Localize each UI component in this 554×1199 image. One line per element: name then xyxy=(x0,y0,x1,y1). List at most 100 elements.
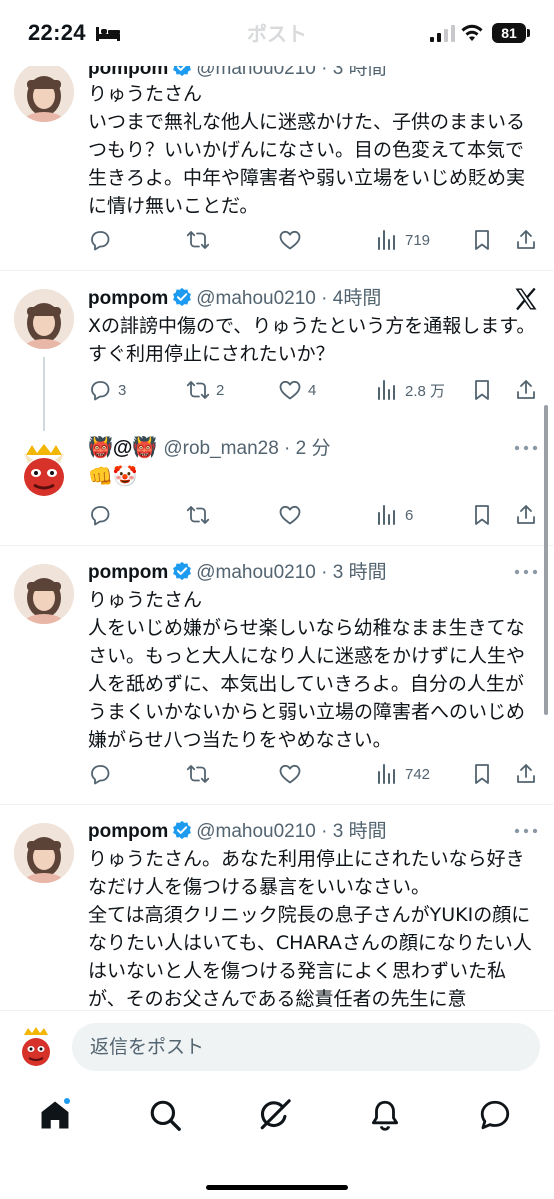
analytics-icon xyxy=(378,505,395,525)
user-avatar-icon[interactable] xyxy=(16,1025,56,1069)
handle-and-time[interactable]: @mahou0210 · 3 時間 xyxy=(196,562,386,583)
tab-notifications[interactable] xyxy=(368,1098,408,1138)
avatar[interactable] xyxy=(14,289,74,349)
display-name[interactable]: pompom xyxy=(88,288,168,309)
handle-and-time[interactable]: @mahou0210 · 3 時間 xyxy=(196,821,386,842)
views-count: 6 xyxy=(405,506,414,524)
like-button[interactable]: 4 xyxy=(278,376,316,404)
display-name-emoji[interactable]: 👹@👹 xyxy=(88,437,157,459)
tab-search[interactable] xyxy=(148,1098,188,1138)
views-button[interactable]: 2.8 万 xyxy=(375,376,445,404)
avatar[interactable] xyxy=(14,564,74,624)
verified-badge-icon xyxy=(173,820,192,840)
repost-button[interactable]: 2 xyxy=(186,376,224,404)
heart-icon xyxy=(279,380,301,400)
post-header: 👹@👹 @rob_man28 · 2 分 xyxy=(88,436,331,461)
like-button[interactable] xyxy=(278,226,302,254)
tab-messages[interactable] xyxy=(478,1098,518,1138)
reply-button[interactable] xyxy=(88,501,112,529)
reply-count: 3 xyxy=(118,381,127,399)
notification-dot xyxy=(62,1096,72,1106)
post[interactable]: 👹@👹 @rob_man28 · 2 分 👊🤡 6 xyxy=(0,431,554,545)
more-options-icon[interactable] xyxy=(514,445,538,451)
more-options-icon[interactable] xyxy=(514,828,538,834)
bookmark-icon xyxy=(475,764,489,784)
reply-button[interactable] xyxy=(88,760,112,788)
post-text: りゅうたさん。あなた利用停止にされたいなら好きなだけ人を傷つける暴言をいいなさい… xyxy=(88,848,532,1010)
repost-icon xyxy=(186,765,210,783)
share-button[interactable] xyxy=(514,376,538,404)
share-icon xyxy=(517,505,535,524)
tab-home[interactable] xyxy=(38,1096,78,1138)
display-name[interactable]: pompom xyxy=(88,821,168,842)
repost-button[interactable] xyxy=(186,760,210,788)
reply-button[interactable] xyxy=(88,226,112,254)
scrollbar[interactable] xyxy=(544,405,548,715)
repost-icon xyxy=(186,381,210,399)
avatar[interactable] xyxy=(14,62,74,122)
post-text: 👊🤡 xyxy=(88,464,138,488)
tab-grok[interactable] xyxy=(258,1098,298,1138)
battery-level: 81 xyxy=(492,23,526,43)
post-actions: 6 xyxy=(88,501,540,529)
avatar[interactable] xyxy=(14,823,74,883)
views-count: 2.8 万 xyxy=(405,382,446,400)
like-button[interactable] xyxy=(278,760,302,788)
views-button[interactable]: 742 xyxy=(375,760,430,788)
x-logo-icon[interactable] xyxy=(512,285,540,313)
wifi-icon xyxy=(461,24,483,41)
like-button[interactable] xyxy=(278,501,302,529)
bookmark-button[interactable] xyxy=(470,501,494,529)
home-indicator xyxy=(206,1185,348,1190)
analytics-icon xyxy=(378,380,395,400)
oni-avatar-icon xyxy=(24,444,64,496)
post-header: pompom @mahou0210 · 4時間 xyxy=(88,286,381,311)
reply-icon xyxy=(91,231,110,251)
repost-button[interactable] xyxy=(186,501,210,529)
heart-icon xyxy=(279,764,301,784)
avatar-photo xyxy=(14,823,74,883)
post[interactable]: pompom @mahou0210 · 3 時間 りゅうたさん 人をいじめ嫌がらせ… xyxy=(0,546,554,804)
post[interactable]: pompom @mahou0210 · 3 時間 りゅうたさん。あなた利用停止にさ… xyxy=(0,805,554,1010)
bookmark-button[interactable] xyxy=(470,226,494,254)
repost-button[interactable] xyxy=(186,226,210,254)
verified-badge-icon xyxy=(173,561,192,581)
post-text: Xの誹謗中傷ので、りゅうたという方を通報します。すぐ利用停止にされたいか？ xyxy=(88,315,536,365)
reply-button[interactable]: 3 xyxy=(88,376,126,404)
search-icon xyxy=(150,1100,181,1131)
thread-feed[interactable]: pompom @mahou0210 · 3 時間 りゅうたさん いつまで無礼な他人… xyxy=(0,0,554,1010)
share-button[interactable] xyxy=(514,226,538,254)
share-button[interactable] xyxy=(514,760,538,788)
verified-badge-icon xyxy=(173,287,192,307)
share-button[interactable] xyxy=(514,501,538,529)
post-actions: 742 xyxy=(88,760,540,788)
heart-icon xyxy=(279,230,301,250)
notifications-icon xyxy=(371,1100,399,1131)
views-button[interactable]: 6 xyxy=(375,501,413,529)
bookmark-button[interactable] xyxy=(470,760,494,788)
post-text: りゅうたさん 人をいじめ嫌がらせ楽しいなら幼稚なまま生きてなさい。もっと大人にな… xyxy=(88,589,526,751)
reply-input[interactable]: 返信をポスト xyxy=(72,1023,540,1071)
bookmark-icon xyxy=(475,505,489,525)
handle-and-time[interactable]: @mahou0210 · 4時間 xyxy=(196,288,381,309)
post[interactable]: pompom @mahou0210 · 4時間 Xの誹謗中傷ので、りゅうたという方… xyxy=(0,271,554,431)
post-actions: 3 2 4 2.8 万 xyxy=(88,376,540,404)
share-icon xyxy=(517,764,535,783)
cellular-signal-icon xyxy=(430,25,455,42)
bookmark-button[interactable] xyxy=(470,376,494,404)
handle-and-time[interactable]: @rob_man28 · 2 分 xyxy=(163,438,330,459)
analytics-icon xyxy=(378,764,395,784)
views-button[interactable]: 719 xyxy=(375,226,430,254)
avatar-photo xyxy=(14,62,74,122)
bookmark-icon xyxy=(475,230,489,250)
views-count: 719 xyxy=(405,231,431,249)
reply-bar: 返信をポスト xyxy=(0,1010,554,1084)
bottom-tab-bar xyxy=(0,1084,554,1199)
avatar-photo xyxy=(14,564,74,624)
reply-icon xyxy=(91,765,110,785)
more-options-icon[interactable] xyxy=(514,569,538,575)
share-icon xyxy=(517,380,535,399)
display-name[interactable]: pompom xyxy=(88,562,168,583)
avatar[interactable] xyxy=(14,441,74,501)
battery-tip xyxy=(527,29,530,37)
